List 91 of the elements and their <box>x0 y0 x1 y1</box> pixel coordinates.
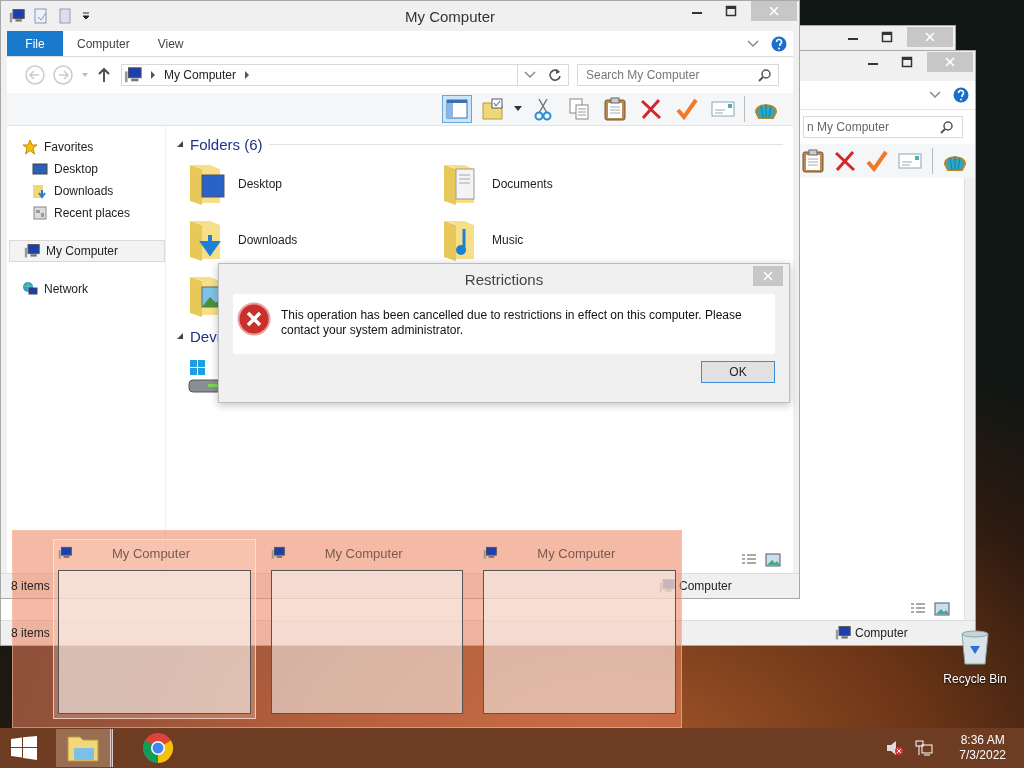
location-label: Computer <box>679 579 732 593</box>
chrome-icon <box>142 732 174 764</box>
chevron-down-icon[interactable] <box>929 91 941 99</box>
window-thumbnail[interactable]: My Computer <box>478 539 681 719</box>
thumbnail-view-icon[interactable] <box>934 602 950 616</box>
computer-icon <box>9 8 25 24</box>
chevron-down-icon[interactable] <box>524 71 536 79</box>
item-count: 8 items <box>11 626 50 640</box>
folder-label[interactable]: Music <box>492 233 524 247</box>
folder-arrow-icon <box>32 183 48 199</box>
collapse-triangle-icon[interactable] <box>176 140 184 148</box>
close-icon <box>763 271 773 281</box>
close-icon <box>944 56 956 68</box>
folder-label[interactable]: Downloads <box>238 233 298 247</box>
details-view-icon[interactable] <box>741 553 757 567</box>
chevron-down-icon[interactable] <box>747 39 759 48</box>
caret-icon[interactable] <box>514 106 522 112</box>
search-text: n My Computer <box>807 120 890 134</box>
windows-logo-icon[interactable] <box>10 736 38 760</box>
search-icon[interactable] <box>758 68 772 82</box>
thumbnail-title: My Computer <box>112 545 191 561</box>
monitor-icon <box>32 161 48 177</box>
maximize-icon[interactable] <box>901 56 913 68</box>
star-icon <box>22 139 38 155</box>
dialog-title: Restrictions <box>464 270 544 288</box>
window-title: My Computer <box>404 7 496 25</box>
breadcrumb-item[interactable]: My Computer <box>164 68 237 82</box>
search-icon[interactable] <box>940 120 954 134</box>
envelope-icon[interactable] <box>711 101 735 117</box>
nav-item[interactable]: Downloads <box>7 180 165 202</box>
folder-icon <box>66 733 100 763</box>
folder-label[interactable]: Documents <box>492 177 553 191</box>
nav-item[interactable]: My Computer <box>9 240 165 262</box>
speaker-muted-icon[interactable] <box>885 740 904 756</box>
computer-icon <box>270 546 285 560</box>
search-field[interactable]: Search My Computer <box>577 64 779 86</box>
caret-icon[interactable] <box>81 11 91 21</box>
thumbnail-title: My Computer <box>324 545 403 561</box>
item-count: 8 items <box>11 579 50 593</box>
details-view-icon[interactable] <box>910 602 926 616</box>
scissors-icon[interactable] <box>534 97 552 121</box>
thumbnail-view-icon[interactable] <box>765 553 781 567</box>
window-thumbnail[interactable]: My Computer <box>53 539 256 719</box>
checkmark-icon[interactable] <box>866 150 888 172</box>
nav-item[interactable]: Network <box>7 278 165 300</box>
collapse-triangle-icon[interactable] <box>176 332 184 340</box>
properties-icon[interactable] <box>33 8 49 24</box>
group-header[interactable]: Folders (6) <box>190 135 263 153</box>
search-field[interactable]: n My Computer <box>803 116 963 138</box>
computer-icon <box>835 625 851 641</box>
envelope-icon[interactable] <box>898 153 922 169</box>
maximize-icon[interactable] <box>725 5 737 17</box>
close-icon <box>924 31 936 43</box>
ribbon-tab[interactable]: Computer <box>63 31 144 56</box>
recycle-bin-icon[interactable] <box>959 630 991 666</box>
network-icon <box>22 281 38 297</box>
window-thumbnail[interactable]: My Computer <box>265 539 469 719</box>
desktop-icon-label[interactable]: Recycle Bin <box>943 672 1007 686</box>
nav-item[interactable]: Favorites <box>7 136 165 158</box>
network-icon[interactable] <box>915 740 934 756</box>
clock-date: 7/3/2022 <box>959 748 1006 763</box>
maximize-icon[interactable] <box>881 31 893 43</box>
taskbar-button[interactable] <box>56 729 113 767</box>
clock-time: 8:36 AM <box>960 733 1005 748</box>
file-tab[interactable]: File <box>7 31 63 56</box>
breadcrumb-arrow-icon[interactable] <box>244 71 251 79</box>
up-arrow-icon[interactable] <box>97 67 111 83</box>
computer-icon <box>483 546 498 560</box>
dialog-message: This operation has been cancelled due to restrictions in effect on this computer. Please contact your system administrator. <box>281 308 743 338</box>
nav-item[interactable]: Desktop <box>7 158 165 180</box>
ok-button[interactable]: OK <box>701 361 775 383</box>
location-label: Computer <box>855 626 908 640</box>
breadcrumb-arrow-icon[interactable] <box>150 71 156 79</box>
computer-icon <box>58 546 72 560</box>
address-bar[interactable]: My Computer <box>121 64 569 86</box>
computer-icon <box>659 578 675 594</box>
help-icon[interactable] <box>953 87 969 103</box>
recent-places-icon <box>32 205 48 221</box>
folder-label[interactable]: Desktop <box>238 177 283 191</box>
copy-icon[interactable] <box>569 98 589 120</box>
clipboard-icon[interactable] <box>802 149 824 173</box>
help-icon[interactable] <box>771 35 787 52</box>
computer-icon <box>124 66 142 84</box>
x-icon[interactable] <box>834 150 856 172</box>
close-icon <box>768 5 780 17</box>
computer-icon <box>24 243 40 259</box>
refresh-icon[interactable] <box>548 68 562 82</box>
thumbnail-title: My Computer <box>537 545 616 561</box>
nav-item[interactable]: Recent places <box>7 202 165 224</box>
ribbon-tab[interactable]: View <box>143 31 198 56</box>
error-icon <box>237 302 271 336</box>
